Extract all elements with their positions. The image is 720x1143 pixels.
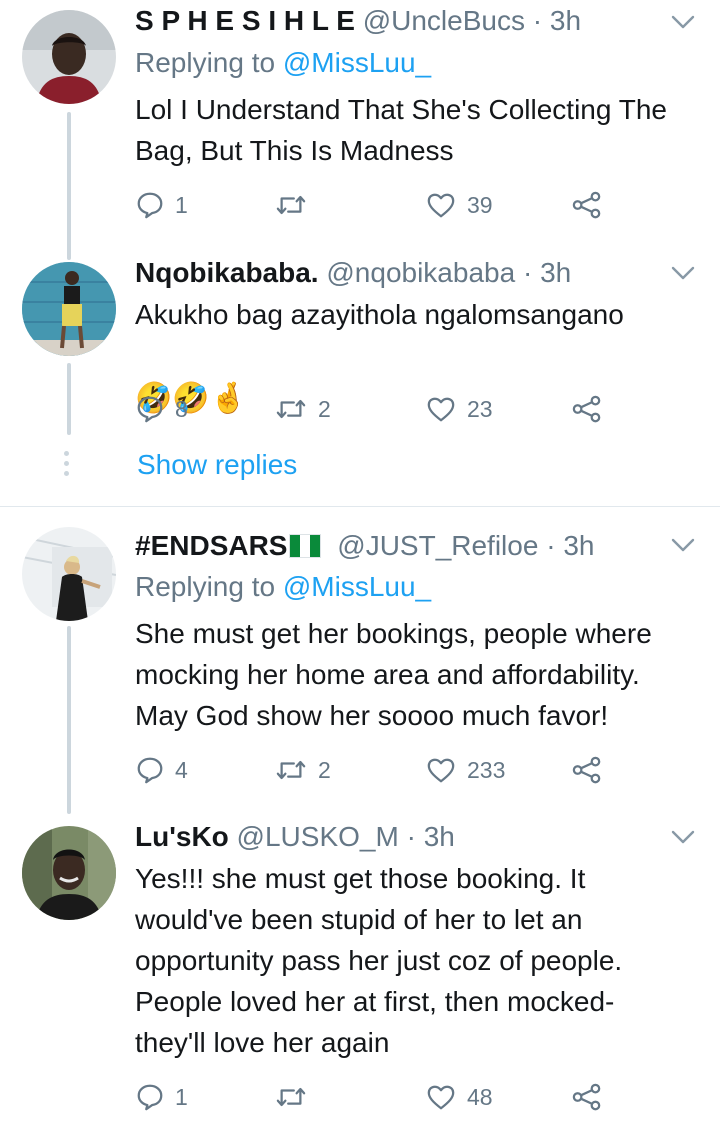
display-name[interactable]: Nqobikababa. bbox=[135, 257, 319, 288]
share-button[interactable] bbox=[571, 1080, 603, 1114]
like-icon bbox=[425, 190, 457, 220]
replying-to-label: Replying to bbox=[135, 571, 283, 602]
like-count: 233 bbox=[467, 756, 506, 783]
chevron-down-icon[interactable] bbox=[670, 829, 696, 845]
share-icon bbox=[571, 190, 603, 220]
tweet-header: #ENDSARS @JUST_Refiloe · 3h bbox=[135, 529, 660, 563]
nigeria-flag bbox=[289, 534, 322, 558]
tweet-lusko[interactable]: Lu'sKo @LUSKO_M · 3h Yes!!! she must get… bbox=[0, 810, 720, 1143]
display-name[interactable]: S P H E S I H L E bbox=[135, 5, 355, 36]
share-icon bbox=[571, 1082, 603, 1112]
reply-icon bbox=[135, 1082, 165, 1112]
like-icon bbox=[425, 1082, 457, 1112]
tweet-text: She must get her bookings, people where … bbox=[135, 618, 652, 731]
display-name[interactable]: #ENDSARS bbox=[135, 530, 287, 561]
tweet-spheshile[interactable]: S P H E S I H L E @UncleBucs · 3h Replyi… bbox=[0, 0, 720, 260]
timestamp[interactable]: 3h bbox=[424, 821, 455, 852]
replying-to-handle[interactable]: @MissLuu_ bbox=[283, 571, 431, 602]
chevron-down-icon[interactable] bbox=[670, 14, 696, 30]
like-count: 39 bbox=[467, 191, 493, 218]
separator-dot: · bbox=[522, 257, 533, 288]
replying-to: Replying to @MissLuu_ bbox=[135, 570, 431, 604]
like-icon bbox=[425, 755, 457, 785]
divider bbox=[0, 506, 720, 507]
reply-icon bbox=[135, 190, 165, 220]
like-button[interactable]: 23 bbox=[425, 392, 493, 426]
like-button[interactable]: 233 bbox=[425, 753, 505, 787]
chevron-down-icon[interactable] bbox=[670, 265, 696, 281]
like-count: 48 bbox=[467, 1083, 493, 1110]
separator-dot: · bbox=[532, 5, 543, 36]
like-count: 23 bbox=[467, 395, 493, 422]
retweet-icon bbox=[274, 394, 308, 424]
reply-count: 1 bbox=[175, 191, 188, 218]
user-handle[interactable]: @JUST_Refiloe bbox=[337, 530, 538, 561]
retweet-button[interactable]: 2 bbox=[274, 753, 331, 787]
tweet-header: S P H E S I H L E @UncleBucs · 3h bbox=[135, 4, 660, 38]
like-icon bbox=[425, 394, 457, 424]
timestamp[interactable]: 3h bbox=[563, 530, 594, 561]
separator-dot: · bbox=[406, 821, 416, 852]
reply-count: 8 bbox=[175, 395, 188, 422]
tweet-text: Yes!!! she must get those booking. It wo… bbox=[135, 863, 623, 1058]
user-handle[interactable]: @LUSKO_M bbox=[237, 821, 399, 852]
tweet-header: Lu'sKo @LUSKO_M · 3h bbox=[135, 820, 660, 854]
replying-to: Replying to @MissLuu_ bbox=[135, 46, 431, 80]
reply-button[interactable]: 1 bbox=[135, 1080, 188, 1114]
retweet-button[interactable] bbox=[274, 188, 318, 222]
tweet-text: Lol I Understand That She's Collecting T… bbox=[135, 94, 667, 166]
chevron-down-icon[interactable] bbox=[670, 537, 696, 553]
retweet-button[interactable]: 2 bbox=[274, 392, 331, 426]
tweet-actions: 1 48 bbox=[135, 1080, 615, 1114]
display-name[interactable]: Lu'sKo bbox=[135, 821, 229, 852]
tweet-endsars[interactable]: #ENDSARS @JUST_Refiloe · 3h Replying to … bbox=[0, 510, 720, 814]
thread-line bbox=[67, 363, 71, 435]
user-handle[interactable]: @nqobikababa bbox=[326, 257, 515, 288]
share-button[interactable] bbox=[571, 188, 603, 222]
avatar[interactable] bbox=[22, 527, 116, 621]
share-icon bbox=[571, 755, 603, 785]
share-button[interactable] bbox=[571, 753, 603, 787]
reply-button[interactable]: 4 bbox=[135, 753, 188, 787]
avatar[interactable] bbox=[22, 10, 116, 104]
separator-dot: · bbox=[546, 530, 556, 561]
tweet-actions: 4 2 233 bbox=[135, 753, 615, 787]
retweet-icon bbox=[274, 190, 308, 220]
tweet-header: Nqobikababa. @nqobikababa · 3h bbox=[135, 256, 660, 290]
tweet-actions: 8 2 23 bbox=[135, 392, 615, 426]
share-button[interactable] bbox=[571, 392, 603, 426]
reply-count: 1 bbox=[175, 1083, 188, 1110]
avatar[interactable] bbox=[22, 262, 116, 356]
tweet-nqobikababa[interactable]: Nqobikababa. @nqobikababa · 3h Akukho ba… bbox=[0, 255, 720, 505]
reply-icon bbox=[135, 755, 165, 785]
user-handle[interactable]: @UncleBucs bbox=[363, 5, 525, 36]
replying-to-label: Replying to bbox=[135, 47, 283, 78]
retweet-count: 2 bbox=[318, 756, 331, 783]
reply-button[interactable]: 1 bbox=[135, 188, 188, 222]
retweet-button[interactable] bbox=[274, 1080, 318, 1114]
thread-line bbox=[67, 112, 71, 260]
reply-button[interactable]: 8 bbox=[135, 392, 188, 426]
show-replies-link[interactable]: Show replies bbox=[137, 448, 297, 482]
retweet-icon bbox=[274, 1082, 308, 1112]
retweet-count: 2 bbox=[318, 395, 331, 422]
like-button[interactable]: 39 bbox=[425, 188, 493, 222]
share-icon bbox=[571, 394, 603, 424]
tweet-actions: 1 39 bbox=[135, 188, 615, 222]
retweet-icon bbox=[274, 755, 308, 785]
tweet-text: Akukho bag azayithola ngalomsangano bbox=[135, 299, 624, 330]
reply-icon bbox=[135, 394, 165, 424]
timestamp[interactable]: 3h bbox=[550, 5, 581, 36]
like-button[interactable]: 48 bbox=[425, 1080, 493, 1114]
replying-to-handle[interactable]: @MissLuu_ bbox=[283, 47, 431, 78]
reply-count: 4 bbox=[175, 756, 188, 783]
timestamp[interactable]: 3h bbox=[540, 257, 571, 288]
thread-ellipsis bbox=[64, 451, 69, 481]
avatar[interactable] bbox=[22, 826, 116, 920]
thread-line bbox=[67, 626, 71, 814]
